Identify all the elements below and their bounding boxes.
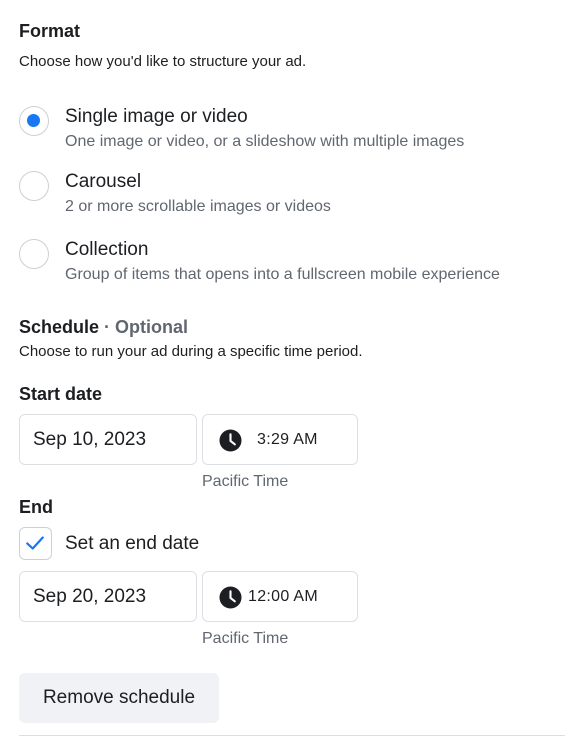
format-option-description: 2 or more scrollable images or videos <box>65 198 331 215</box>
format-option-carousel[interactable]: Carousel 2 or more scrollable images or … <box>19 171 559 227</box>
schedule-optional-label: Optional <box>115 317 189 337</box>
radio-button-selected[interactable] <box>19 106 49 136</box>
start-time-value: 3:29 AM <box>257 431 318 448</box>
start-date-input[interactable]: Sep 10, 2023 <box>19 414 197 465</box>
format-option-description: One image or video, or a slideshow with … <box>65 133 465 150</box>
remove-schedule-button[interactable]: Remove schedule <box>19 673 219 723</box>
format-option-label: Carousel <box>65 171 142 192</box>
divider <box>19 735 565 736</box>
schedule-separator: · <box>99 317 116 337</box>
format-option-description: Group of items that opens into a fullscr… <box>65 266 500 283</box>
clock-icon <box>219 429 242 452</box>
end-date-checkbox[interactable] <box>19 527 52 560</box>
format-option-collection[interactable]: Collection Group of items that opens int… <box>19 239 559 295</box>
start-date-value: Sep 10, 2023 <box>33 429 147 450</box>
schedule-title-text: Schedule <box>19 317 100 337</box>
format-subtitle: Choose how you'd like to structure your … <box>19 53 307 70</box>
format-title: Format <box>19 21 81 41</box>
end-date-checkbox-label[interactable]: Set an end date <box>65 533 199 555</box>
schedule-subtitle: Choose to run your ad during a specific … <box>19 343 363 360</box>
end-date-value: Sep 20, 2023 <box>33 586 147 607</box>
end-timezone-label: Pacific Time <box>202 630 289 647</box>
end-date-input[interactable]: Sep 20, 2023 <box>19 571 197 622</box>
format-option-label: Collection <box>65 239 149 260</box>
start-time-input[interactable]: 3:29 AM <box>202 414 358 465</box>
radio-button[interactable] <box>19 171 49 201</box>
schedule-title: Schedule · Optional <box>19 317 188 338</box>
end-time-input[interactable]: 12:00 AM <box>202 571 358 622</box>
end-time-value: 12:00 AM <box>248 588 319 605</box>
clock-icon <box>219 586 242 609</box>
end-label: End <box>19 497 53 517</box>
format-option-label: Single image or video <box>65 106 248 127</box>
radio-button[interactable] <box>19 239 49 269</box>
format-option-single-image-video[interactable]: Single image or video One image or video… <box>19 106 559 162</box>
start-date-label: Start date <box>19 384 103 404</box>
checkmark-icon <box>26 536 44 550</box>
start-timezone-label: Pacific Time <box>202 473 289 490</box>
